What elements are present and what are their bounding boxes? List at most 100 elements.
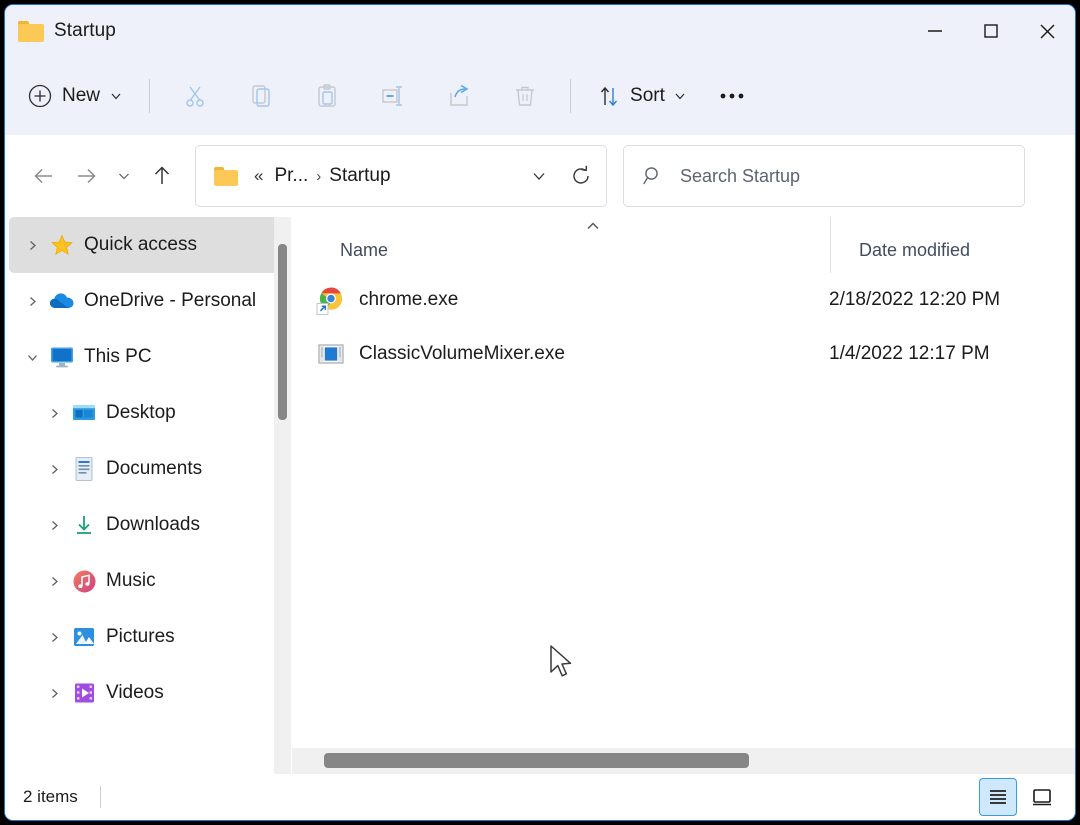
file-list-pane: Name Date modified chrome.exe 2/18/2022 …: [291, 217, 1075, 774]
navigation-bar: « Pr... › Startup: [5, 135, 1075, 217]
content-area: Quick access OneDrive - Personal This PC…: [5, 217, 1075, 774]
documents-icon: [69, 456, 99, 482]
monitor-icon: [47, 344, 77, 370]
sidebar-item-label: Pictures: [106, 626, 175, 647]
chevron-right-icon[interactable]: [39, 519, 69, 532]
breadcrumb-item-0[interactable]: Pr...: [269, 161, 313, 191]
share-button[interactable]: [426, 73, 492, 119]
copy-button[interactable]: [228, 73, 294, 119]
window-title: Startup: [54, 20, 116, 41]
folder-icon: [18, 20, 44, 42]
file-date-modified: 2/18/2022 12:20 PM: [829, 289, 1001, 310]
sort-ascending-icon: [584, 219, 602, 233]
folder-icon: [214, 166, 238, 186]
chevron-right-icon[interactable]: [17, 239, 47, 252]
minimize-button[interactable]: [907, 5, 963, 57]
file-date-modified: 1/4/2022 12:17 PM: [829, 343, 990, 364]
share-icon: [450, 84, 469, 106]
sidebar-item-downloads[interactable]: Downloads: [9, 497, 287, 553]
chevron-right-icon[interactable]: [17, 295, 47, 308]
search-input[interactable]: [680, 165, 1000, 187]
chevron-right-icon[interactable]: [39, 687, 69, 700]
new-button-label: New: [62, 85, 101, 106]
column-header-date-modified[interactable]: Date modified: [830, 217, 1075, 273]
sidebar-item-label: Downloads: [106, 514, 200, 535]
music-icon: [69, 568, 99, 594]
sidebar-scrollbar[interactable]: [274, 217, 291, 774]
table-row[interactable]: chrome.exe 2/18/2022 12:20 PM: [296, 273, 1071, 327]
view-toggle-group: [979, 778, 1061, 816]
chevron-down-icon[interactable]: [17, 351, 47, 364]
column-headers: Name Date modified: [292, 217, 1075, 273]
sidebar-scrollbar-thumb[interactable]: [278, 244, 287, 420]
sidebar-item-label: Quick access: [84, 234, 197, 255]
desktop-icon: [69, 400, 99, 426]
refresh-icon: [573, 165, 589, 184]
window-controls: [907, 5, 1075, 57]
chevron-right-icon[interactable]: [39, 463, 69, 476]
up-button[interactable]: [141, 155, 183, 197]
toolbar-divider: [149, 79, 151, 113]
horizontal-scrollbar[interactable]: [292, 748, 1075, 774]
sidebar-item-this-pc[interactable]: This PC: [9, 329, 287, 385]
recent-locations-button[interactable]: [107, 155, 141, 197]
maximize-button[interactable]: [963, 5, 1019, 57]
sidebar-item-documents[interactable]: Documents: [9, 441, 287, 497]
status-bar: 2 items: [5, 774, 1075, 820]
chrome-shortcut-icon: [316, 285, 346, 315]
sidebar-item-onedrive[interactable]: OneDrive - Personal: [9, 273, 287, 329]
rename-icon: [382, 86, 403, 106]
forward-button[interactable]: [65, 155, 107, 197]
breadcrumb-item-1[interactable]: Startup: [324, 161, 395, 191]
arrow-up-icon: [154, 166, 170, 184]
sidebar-item-label: OneDrive - Personal: [84, 290, 257, 311]
ellipsis-icon: [720, 93, 744, 99]
back-button[interactable]: [23, 155, 65, 197]
sidebar-item-pictures[interactable]: Pictures: [9, 609, 287, 665]
paste-icon: [318, 84, 336, 107]
chevron-right-icon[interactable]: [39, 575, 69, 588]
chevron-right-icon[interactable]: [39, 407, 69, 420]
table-row[interactable]: ClassicVolumeMixer.exe 1/4/2022 12:17 PM: [296, 327, 1071, 381]
onedrive-cloud-icon: [47, 288, 77, 314]
preview-pane-icon: [1033, 789, 1051, 806]
address-bar[interactable]: « Pr... › Startup: [195, 145, 607, 207]
maximize-icon: [984, 24, 998, 38]
breadcrumb-separator: ›: [316, 167, 322, 185]
refresh-button[interactable]: [560, 153, 602, 199]
search-icon: [643, 167, 658, 185]
sort-button[interactable]: Sort: [583, 73, 701, 119]
search-box[interactable]: [623, 145, 1025, 207]
downloads-icon: [69, 512, 99, 538]
arrow-left-icon: [34, 168, 52, 184]
chevron-down-icon: [533, 173, 545, 180]
details-view-button[interactable]: [979, 778, 1017, 816]
horizontal-scrollbar-thumb[interactable]: [324, 753, 749, 768]
cut-button[interactable]: [162, 73, 228, 119]
star-icon: [47, 232, 77, 258]
details-view-icon: [990, 790, 1006, 804]
plus-circle-icon: [28, 84, 52, 108]
status-divider: [99, 786, 101, 808]
file-list: chrome.exe 2/18/2022 12:20 PM ClassicVol…: [292, 273, 1075, 748]
new-button[interactable]: New: [17, 73, 137, 119]
toolbar-divider-2: [570, 79, 572, 113]
pictures-icon: [69, 624, 99, 650]
chevron-right-icon[interactable]: [39, 631, 69, 644]
sidebar-item-music[interactable]: Music: [9, 553, 287, 609]
sidebar-item-quick-access[interactable]: Quick access: [9, 217, 287, 273]
paste-button[interactable]: [294, 73, 360, 119]
title-bar[interactable]: Startup: [5, 5, 1075, 57]
delete-button[interactable]: [492, 73, 558, 119]
arrow-right-icon: [78, 168, 96, 184]
sidebar-item-desktop[interactable]: Desktop: [9, 385, 287, 441]
preview-pane-button[interactable]: [1023, 778, 1061, 816]
see-more-button[interactable]: [701, 73, 763, 119]
breadcrumb-overflow[interactable]: «: [248, 162, 269, 190]
sidebar-item-videos[interactable]: Videos: [9, 665, 287, 721]
close-button[interactable]: [1019, 5, 1075, 57]
copy-icon: [252, 85, 270, 107]
address-dropdown-button[interactable]: [518, 153, 560, 199]
sidebar-item-label: Music: [106, 570, 156, 591]
rename-button[interactable]: [360, 73, 426, 119]
